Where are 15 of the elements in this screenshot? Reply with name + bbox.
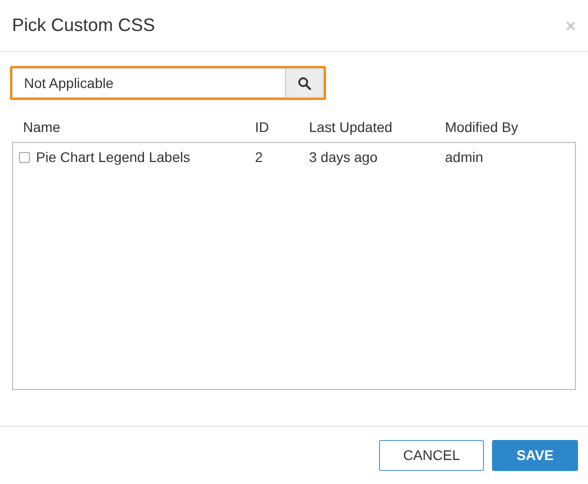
search-field[interactable]: Not Applicable — [12, 68, 286, 98]
search-button[interactable] — [286, 68, 324, 98]
cancel-button[interactable]: CANCEL — [379, 440, 484, 471]
save-button[interactable]: SAVE — [492, 440, 578, 471]
column-header: ID — [255, 118, 269, 134]
table-cell: 3 days ago — [309, 148, 378, 164]
checkbox[interactable] — [19, 152, 30, 162]
column-header: Last Updated — [309, 118, 392, 134]
column-header: Name — [22, 118, 60, 134]
table-cell: admin — [445, 148, 484, 164]
table-cell: 2 — [255, 148, 263, 164]
table-cell-text: Pie Chart Legend Labels — [36, 148, 190, 167]
search-icon — [298, 76, 311, 90]
column-header: Modified By — [445, 118, 518, 134]
dialog-title: Pick Custom CSS — [12, 14, 156, 37]
